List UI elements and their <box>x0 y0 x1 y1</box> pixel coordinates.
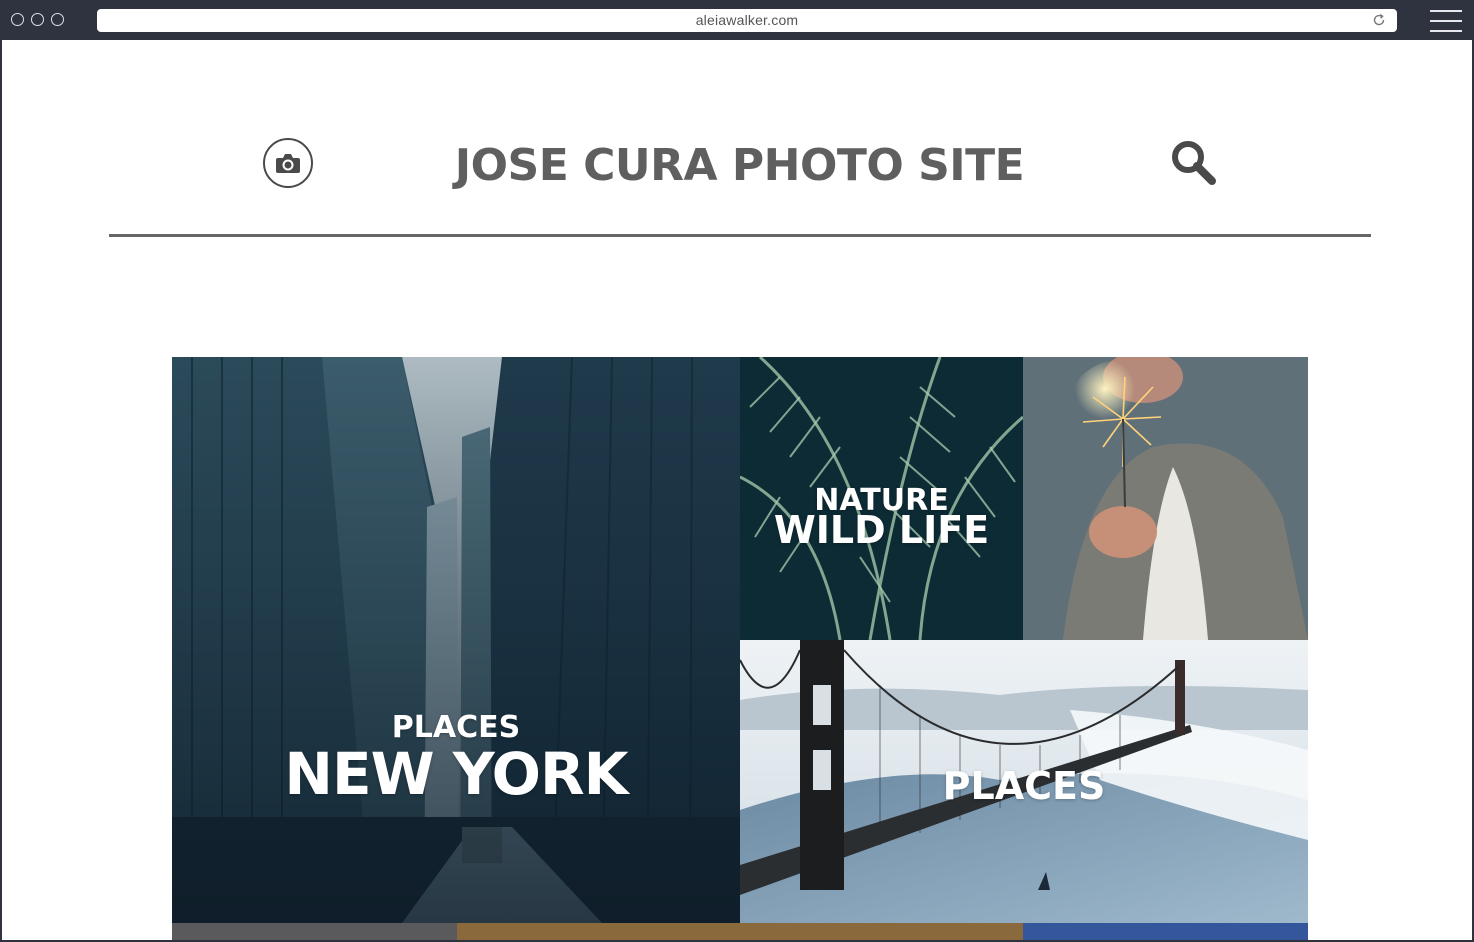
maximize-window-button[interactable] <box>51 13 64 26</box>
tile-category-label: PLACES <box>391 710 521 745</box>
window-controls <box>11 13 64 26</box>
tile-category-label: PLACES <box>942 764 1106 808</box>
menu-icon[interactable] <box>1430 9 1462 33</box>
address-bar[interactable]: aleiawalker.com <box>97 9 1397 32</box>
minimize-window-button[interactable] <box>31 13 44 26</box>
close-window-button[interactable] <box>11 13 24 26</box>
search-button[interactable] <box>1168 137 1218 187</box>
gallery-tile-partial[interactable] <box>1023 923 1308 940</box>
camera-icon <box>276 154 300 173</box>
gallery-tile-nature[interactable]: NATURE WILD LIFE <box>740 357 1023 640</box>
site-header: JOSE CURA PHOTO SITE <box>2 40 1472 280</box>
reload-icon[interactable] <box>1371 12 1387 28</box>
url-text: aleiawalker.com <box>695 12 799 28</box>
browser-chrome: aleiawalker.com <box>0 0 1474 40</box>
sparkler-image <box>1023 357 1308 640</box>
gallery-tile-partial[interactable] <box>457 923 1023 940</box>
site-title: JOSE CURA PHOTO SITE <box>454 140 1025 191</box>
city-street-image <box>172 357 740 923</box>
tile-title-label: WILD LIFE <box>773 508 990 552</box>
search-icon <box>1172 141 1216 185</box>
photo-gallery: PLACES NEW YORK NATURE WILD LIFE PLACES <box>172 357 1308 940</box>
gallery-tile-new-york[interactable]: PLACES NEW YORK <box>172 357 740 923</box>
gallery-tile-partial[interactable] <box>172 923 457 940</box>
page-viewport: JOSE CURA PHOTO SITE PLACES NEW YORK NAT… <box>2 40 1472 940</box>
gallery-tile-bridge[interactable]: PLACES <box>740 640 1308 923</box>
camera-button[interactable] <box>263 138 313 188</box>
header-divider <box>109 234 1371 237</box>
gallery-tile-sparkler[interactable] <box>1023 357 1308 640</box>
tile-title-label: NEW YORK <box>284 740 628 808</box>
